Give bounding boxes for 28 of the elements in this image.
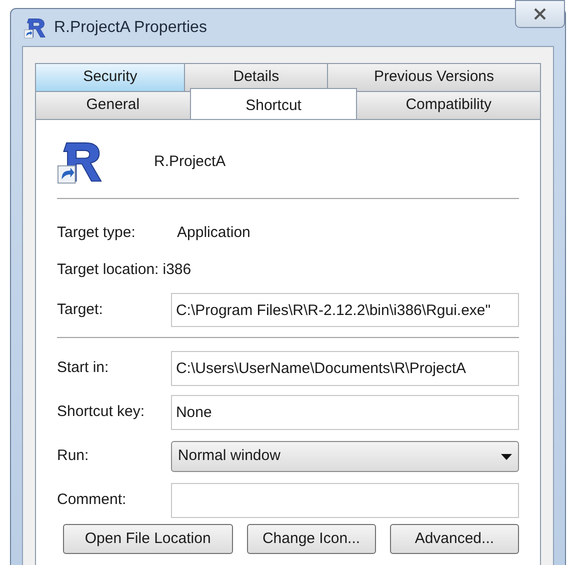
text-field[interactable]: C:\Users\UserName\Documents\R\ProjectA <box>170 351 519 386</box>
dialog-button[interactable]: Change Icon... <box>246 524 376 554</box>
tab[interactable]: Shortcut <box>190 88 358 119</box>
dialog-button[interactable]: Open File Location <box>63 524 233 554</box>
field-label: Shortcut key: <box>57 402 146 422</box>
window-title: R.ProjectA Properties <box>54 18 207 38</box>
r-shortcut-icon <box>24 16 46 38</box>
field-value: Application <box>177 223 250 244</box>
field-label: Run: <box>57 446 90 466</box>
target-field[interactable]: C:\Program Files\R\R-2.12.2\bin\i386\Rgui.exe" <box>170 293 519 327</box>
caret-icon <box>501 454 512 460</box>
field-value: i386 <box>162 260 192 280</box>
close-icon <box>533 8 547 20</box>
tab[interactable]: Security <box>35 63 186 92</box>
field-label: Target location: <box>57 260 159 280</box>
field-label: Target type: <box>57 223 136 244</box>
dialog-button[interactable]: Advanced... <box>390 524 520 554</box>
text-field[interactable] <box>170 483 519 518</box>
tab[interactable]: General <box>35 91 191 120</box>
field-label: Start in: <box>57 358 110 378</box>
close-button[interactable] <box>515 0 565 28</box>
field-label: Comment: <box>57 490 128 510</box>
run-dropdown[interactable]: Normal window <box>170 441 519 472</box>
shortcut-name: R.ProjectA <box>154 152 226 172</box>
tab[interactable]: Previous Versions <box>327 63 541 92</box>
tab[interactable]: Compatibility <box>356 91 541 120</box>
text-field[interactable]: None <box>170 395 519 430</box>
field-label: Target: <box>57 300 104 320</box>
